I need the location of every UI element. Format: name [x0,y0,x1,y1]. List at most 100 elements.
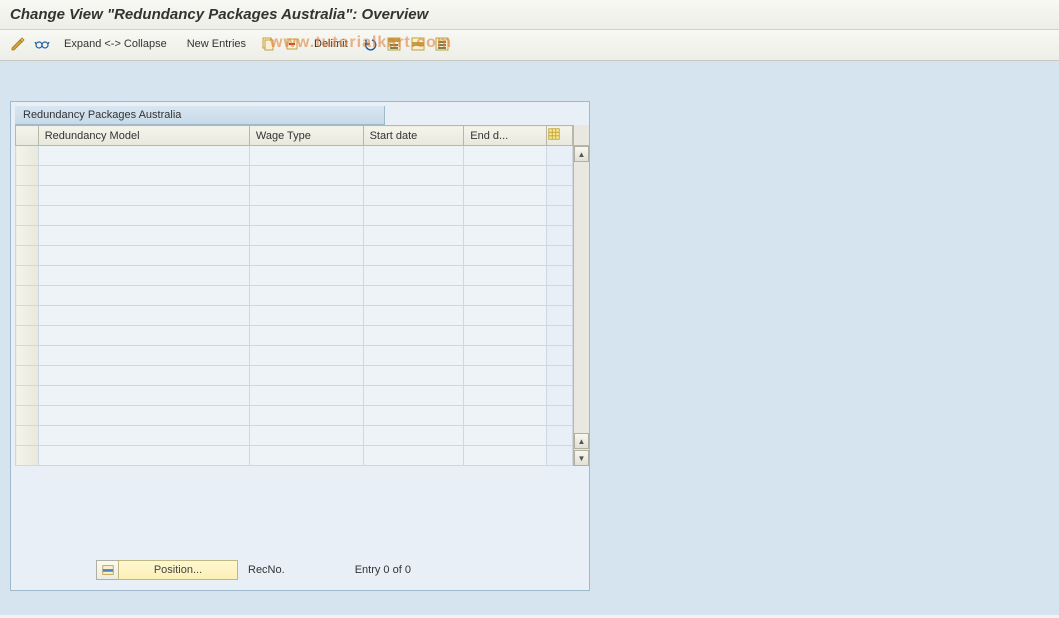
grid-cell[interactable] [464,166,547,186]
row-selector[interactable] [16,426,39,446]
delimit-button[interactable]: Delimit [306,36,356,52]
row-selector[interactable] [16,206,39,226]
row-selector[interactable] [16,146,39,166]
grid-cell[interactable] [363,186,464,206]
grid-cell[interactable] [464,226,547,246]
grid-cell[interactable] [38,366,249,386]
grid-cell[interactable] [249,286,363,306]
grid-cell[interactable] [464,346,547,366]
grid-cell[interactable] [464,246,547,266]
new-entries-button[interactable]: New Entries [179,36,254,52]
scroll-up-button[interactable]: ▲ [574,146,589,162]
row-selector[interactable] [16,246,39,266]
grid-cell[interactable] [249,186,363,206]
grid-cell[interactable] [249,386,363,406]
scroll-up2-button[interactable]: ▲ [574,433,589,449]
grid-cell[interactable] [363,166,464,186]
grid-cell[interactable] [249,306,363,326]
grid-cell[interactable] [249,226,363,246]
grid-cell[interactable] [249,166,363,186]
grid-cell[interactable] [363,406,464,426]
scroll-down-button[interactable]: ▼ [574,450,589,466]
grid-cell[interactable] [464,406,547,426]
grid-cell[interactable] [363,266,464,286]
grid-cell[interactable] [249,446,363,466]
row-selector[interactable] [16,306,39,326]
grid-cell[interactable] [249,246,363,266]
grid-cell[interactable] [363,386,464,406]
grid-cell[interactable] [363,146,464,166]
row-selector[interactable] [16,186,39,206]
grid-cell[interactable] [464,426,547,446]
grid-cell[interactable] [363,206,464,226]
grid-cell[interactable] [38,166,249,186]
row-selector[interactable] [16,286,39,306]
grid-cell[interactable] [464,186,547,206]
grid-cell[interactable] [249,346,363,366]
row-selector[interactable] [16,346,39,366]
grid-cell[interactable] [38,286,249,306]
grid-cell[interactable] [363,446,464,466]
grid-cell[interactable] [38,386,249,406]
scroll-track[interactable] [574,162,589,433]
copy-as-button[interactable] [258,34,278,54]
row-selector[interactable] [16,166,39,186]
grid-cell[interactable] [38,326,249,346]
grid-cell[interactable] [38,406,249,426]
row-selector[interactable] [16,446,39,466]
select-all-button[interactable] [384,34,404,54]
grid-cell[interactable] [38,226,249,246]
grid-cell[interactable] [464,286,547,306]
undo-change-button[interactable] [360,34,380,54]
grid-cell[interactable] [249,266,363,286]
grid-cell[interactable] [363,366,464,386]
grid-cell[interactable] [464,386,547,406]
grid-cell[interactable] [249,206,363,226]
grid-cell[interactable] [249,366,363,386]
grid-cell[interactable] [363,426,464,446]
grid-cell[interactable] [464,146,547,166]
grid-cell[interactable] [464,326,547,346]
grid-cell[interactable] [249,146,363,166]
expand-collapse-button[interactable]: Expand <-> Collapse [56,36,175,52]
grid-cell[interactable] [38,446,249,466]
row-selector[interactable] [16,406,39,426]
column-header-start-date[interactable]: Start date [363,126,464,146]
row-selector[interactable] [16,386,39,406]
configure-columns-button[interactable] [546,126,572,146]
change-display-button[interactable] [8,34,28,54]
grid-cell[interactable] [38,346,249,366]
row-selector-header[interactable] [16,126,39,146]
other-view-button[interactable] [32,34,52,54]
grid-cell[interactable] [38,206,249,226]
grid-cell[interactable] [464,306,547,326]
grid-cell[interactable] [464,366,547,386]
grid-cell[interactable] [38,186,249,206]
grid-cell[interactable] [249,426,363,446]
grid-cell[interactable] [363,286,464,306]
grid-cell[interactable] [363,246,464,266]
grid-cell[interactable] [363,326,464,346]
column-header-wage-type[interactable]: Wage Type [249,126,363,146]
position-button[interactable]: Position... [96,560,238,580]
row-selector[interactable] [16,326,39,346]
grid-cell[interactable] [363,306,464,326]
grid-cell[interactable] [38,146,249,166]
column-header-end-date[interactable]: End d... [464,126,547,146]
select-block-button[interactable] [408,34,428,54]
row-selector[interactable] [16,366,39,386]
grid-cell[interactable] [249,326,363,346]
grid-cell[interactable] [38,306,249,326]
grid-cell[interactable] [38,266,249,286]
column-header-redundancy-model[interactable]: Redundancy Model [38,126,249,146]
grid-cell[interactable] [464,446,547,466]
grid-cell[interactable] [38,246,249,266]
delete-button[interactable] [282,34,302,54]
grid-cell[interactable] [249,406,363,426]
grid-cell[interactable] [464,206,547,226]
row-selector[interactable] [16,226,39,246]
grid-cell[interactable] [363,346,464,366]
grid-cell[interactable] [464,266,547,286]
row-selector[interactable] [16,266,39,286]
grid-cell[interactable] [38,426,249,446]
